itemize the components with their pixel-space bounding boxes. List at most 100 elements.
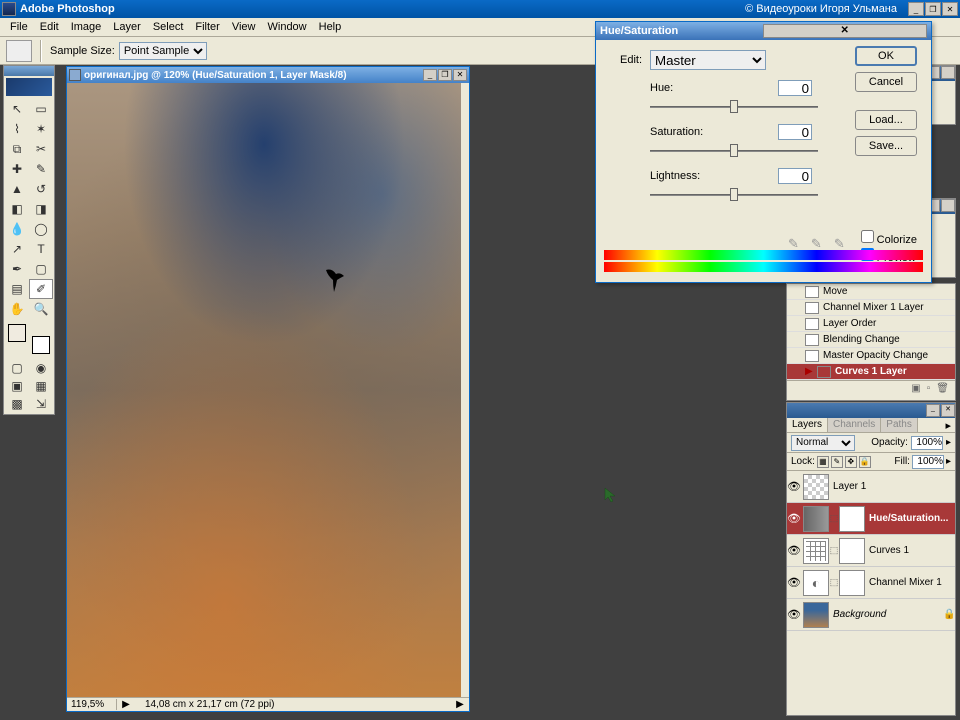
doc-maximize-button[interactable]: ❐ [438,69,452,81]
edit-select[interactable]: Master [650,50,766,70]
menu-help[interactable]: Help [313,19,348,35]
visibility-icon[interactable]: 👁 [787,480,801,493]
cancel-button[interactable]: Cancel [855,72,917,92]
layer-row[interactable]: 👁 Layer 1 [787,471,955,503]
eraser-tool[interactable]: ◧ [5,199,29,219]
trash-icon[interactable]: 🗑 [936,383,949,394]
imageready-jump[interactable]: ⇲ [29,395,53,413]
current-tool-preview[interactable] [6,40,32,62]
tab-paths[interactable]: Paths [881,418,918,432]
color-swatches[interactable] [8,324,50,354]
layer-name[interactable]: Hue/Saturation... [865,513,955,524]
sample-size-select[interactable]: Point Sample [119,42,207,60]
layer-name[interactable]: Channel Mixer 1 [865,577,955,588]
layer-name[interactable]: Layer 1 [829,481,955,492]
status-menu-icon[interactable]: ▶ [117,699,135,710]
panel-minimize-button[interactable]: _ [926,404,940,417]
layer-row-background[interactable]: 👁 Background 🔒 [787,599,955,631]
mask-thumbnail[interactable] [839,506,865,532]
history-item-active[interactable]: ▶Curves 1 Layer [787,364,955,380]
slice-tool[interactable]: ✂ [29,139,53,159]
foreground-color[interactable] [8,324,26,342]
zoom-level[interactable]: 119,5% [67,699,117,710]
colorize-checkbox[interactable]: Colorize [861,230,917,246]
mask-thumbnail[interactable] [839,570,865,596]
lightness-slider[interactable] [650,188,818,202]
dialog-titlebar[interactable]: Hue/Saturation ✕ [596,22,931,40]
stamp-tool[interactable]: ▲ [5,179,29,199]
visibility-icon[interactable]: 👁 [787,608,801,621]
layer-row-active[interactable]: 👁 ⬚ Hue/Saturation... [787,503,955,535]
layer-row[interactable]: 👁 ⬚ Curves 1 [787,535,955,567]
lock-position-icon[interactable]: ✥ [845,456,857,468]
hue-slider[interactable] [650,100,818,114]
status-scroll-icon[interactable]: ▶ [451,699,469,710]
dialog-close-button[interactable]: ✕ [763,24,928,38]
blend-mode-select[interactable]: Normal [791,435,855,451]
adjustment-thumbnail[interactable] [803,570,829,596]
history-item[interactable]: Channel Mixer 1 Layer [787,300,955,316]
move-tool[interactable]: ↖ [5,99,29,119]
ok-button[interactable]: OK [855,46,917,66]
menu-file[interactable]: File [4,19,34,35]
standard-mode[interactable]: ▢ [5,359,29,377]
history-item[interactable]: Layer Order [787,316,955,332]
history-item[interactable]: Blending Change [787,332,955,348]
opacity-input[interactable] [911,436,943,450]
crop-tool[interactable]: ⧉ [5,139,29,159]
screen-mode-3[interactable]: ▩ [5,395,29,413]
menu-select[interactable]: Select [147,19,190,35]
menu-edit[interactable]: Edit [34,19,65,35]
layer-name[interactable]: Curves 1 [865,545,955,556]
lock-pixels-icon[interactable]: ✎ [831,456,843,468]
menu-layer[interactable]: Layer [107,19,147,35]
tab-layers[interactable]: Layers [787,418,828,432]
new-state-icon[interactable]: ▫ [927,383,931,394]
hue-input[interactable] [778,80,812,96]
path-tool[interactable]: ↗ [5,239,29,259]
layer-thumbnail[interactable] [803,474,829,500]
history-item[interactable]: Move [787,284,955,300]
saturation-slider[interactable] [650,144,818,158]
notes-tool[interactable]: ▤ [5,279,29,299]
lock-transparency-icon[interactable]: ▦ [817,456,829,468]
menu-image[interactable]: Image [65,19,108,35]
history-brush-tool[interactable]: ↺ [29,179,53,199]
pen-tool[interactable]: ✒ [5,259,29,279]
brush-tool[interactable]: ✎ [29,159,53,179]
heal-tool[interactable]: ✚ [5,159,29,179]
adjustment-thumbnail[interactable] [803,506,829,532]
saturation-input[interactable] [778,124,812,140]
minimize-button[interactable]: _ [908,2,924,16]
history-item[interactable]: Master Opacity Change [787,348,955,364]
lasso-tool[interactable]: ⌇ [5,119,29,139]
gradient-tool[interactable]: ◨ [29,199,53,219]
layer-name[interactable]: Background [829,609,943,620]
doc-minimize-button[interactable]: _ [423,69,437,81]
layer-thumbnail[interactable] [803,602,829,628]
document-canvas[interactable] [67,83,461,697]
screen-mode-1[interactable]: ▣ [5,377,29,395]
toolbox-drag-handle[interactable] [4,66,54,76]
background-color[interactable] [32,336,50,354]
menu-view[interactable]: View [226,19,262,35]
layer-row[interactable]: 👁 ⬚ Channel Mixer 1 [787,567,955,599]
panel-close-icon[interactable] [941,199,955,212]
visibility-icon[interactable]: 👁 [787,512,801,525]
menu-window[interactable]: Window [262,19,313,35]
tab-channels[interactable]: Channels [828,418,881,432]
fill-flyout-icon[interactable]: ▸ [946,456,951,467]
new-snapshot-icon[interactable]: ▣ [911,383,920,394]
maximize-button[interactable]: ❐ [925,2,941,16]
menu-filter[interactable]: Filter [189,19,225,35]
adjustment-thumbnail[interactable] [803,538,829,564]
shape-tool[interactable]: ▢ [29,259,53,279]
zoom-tool[interactable]: 🔍 [29,299,53,319]
visibility-icon[interactable]: 👁 [787,544,801,557]
mask-thumbnail[interactable] [839,538,865,564]
dodge-tool[interactable]: ◯ [29,219,53,239]
lightness-input[interactable] [778,168,812,184]
panel-menu-icon[interactable]: ▸ [941,418,955,432]
save-button[interactable]: Save... [855,136,917,156]
link-icon[interactable]: ⬚ [829,513,839,524]
